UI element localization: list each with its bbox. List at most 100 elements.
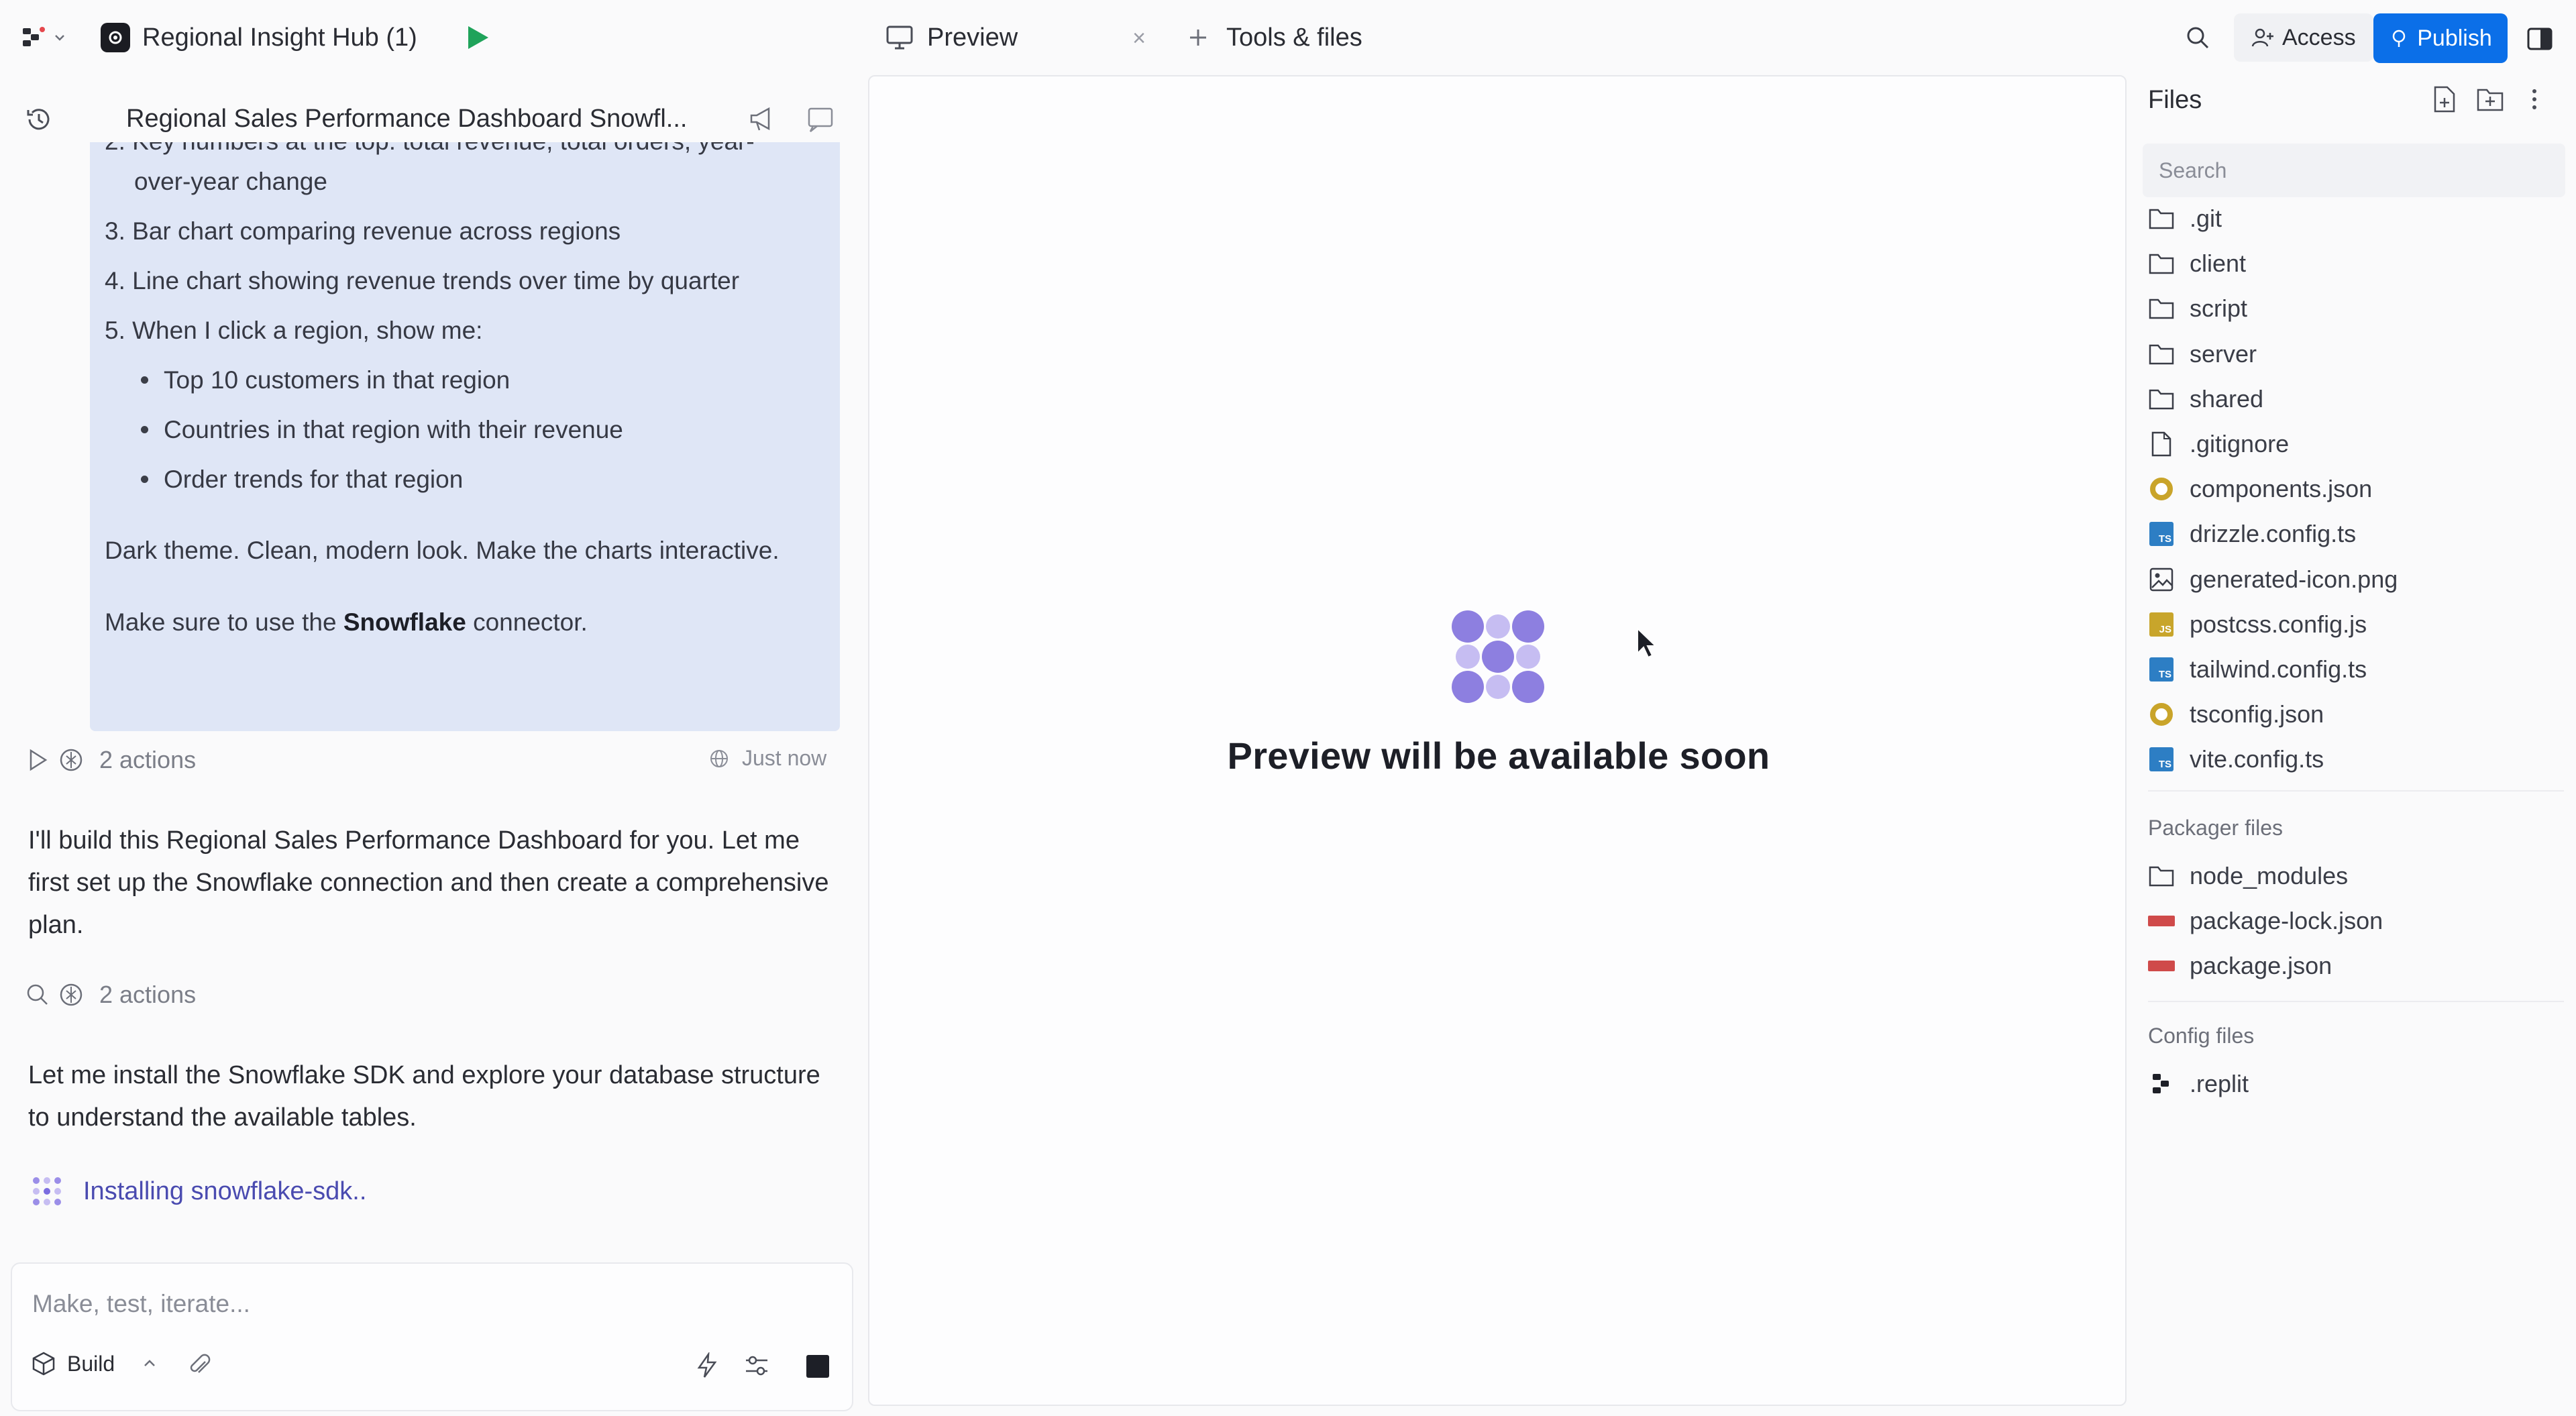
installing-text: Installing snowflake-sdk.. xyxy=(83,1177,367,1205)
chevron-up-icon xyxy=(142,1356,158,1372)
file-tree-item[interactable]: .git xyxy=(2148,199,2222,239)
lightning-icon[interactable] xyxy=(694,1352,720,1379)
file-tree-item[interactable]: package.json xyxy=(2148,946,2332,986)
toggle-sidebar-button[interactable] xyxy=(2522,21,2557,56)
file-tree-item[interactable]: .replit xyxy=(2148,1064,2249,1104)
message-paragraph: Make sure to use the Snowflake connector… xyxy=(105,608,588,636)
replit-logo-icon xyxy=(20,24,47,51)
folder-icon xyxy=(2148,386,2175,413)
stop-button[interactable] xyxy=(805,1354,830,1379)
more-options-icon[interactable] xyxy=(2528,85,2541,114)
file-search-input[interactable] xyxy=(2143,144,2565,197)
file-tree-item[interactable]: package-lock.json xyxy=(2148,901,2383,941)
publish-label: Publish xyxy=(2417,25,2492,51)
file-name: client xyxy=(2190,250,2247,278)
user-message: 2. Key numbers at the top: total revenue… xyxy=(90,142,840,731)
run-button[interactable] xyxy=(460,20,495,55)
megaphone-icon[interactable] xyxy=(749,106,778,133)
file-tree-item[interactable]: tsconfig.json xyxy=(2148,694,2324,734)
bullet-item: Countries in that region with their reve… xyxy=(164,416,623,443)
close-icon[interactable]: × xyxy=(1132,25,1146,52)
project-icon xyxy=(101,23,130,52)
new-chat-icon[interactable] xyxy=(806,106,836,133)
file-tree-item[interactable]: generated-icon.png xyxy=(2148,559,2398,600)
file-tree-item[interactable]: components.json xyxy=(2148,469,2372,509)
timestamp-text: Just now xyxy=(742,746,827,770)
file-name: generated-icon.png xyxy=(2190,565,2398,593)
new-folder-icon[interactable] xyxy=(2475,85,2505,114)
file-name: server xyxy=(2190,339,2257,368)
file-icon xyxy=(2148,431,2175,457)
file-tree-item[interactable]: server xyxy=(2148,334,2257,374)
build-mode-button[interactable]: Build xyxy=(31,1351,158,1376)
replit-agent-logo-icon xyxy=(1448,606,1548,707)
file-name: package-lock.json xyxy=(2190,907,2383,934)
config-files-label: Config files xyxy=(2148,1024,2255,1048)
agent-icon xyxy=(58,747,85,773)
image-icon xyxy=(2148,566,2175,593)
publish-button[interactable]: Publish xyxy=(2373,13,2508,63)
plus-icon xyxy=(1187,27,1209,48)
history-icon[interactable] xyxy=(24,105,54,134)
agent-message: Let me install the Snowflake SDK and exp… xyxy=(28,1061,820,1132)
file-name: .git xyxy=(2190,205,2222,232)
action-count: 2 actions xyxy=(99,746,197,773)
message-timestamp: Just now xyxy=(708,746,826,771)
files-panel: Files .git client script server shared .gitig… xyxy=(2133,75,2576,1416)
file-tree-item[interactable]: TS drizzle.config.ts xyxy=(2148,514,2356,554)
npm-icon xyxy=(2148,908,2175,934)
agent-icon xyxy=(58,981,85,1008)
file-name: .gitignore xyxy=(2190,430,2290,457)
access-label: Access xyxy=(2282,24,2356,50)
preview-pane: Preview will be available soon xyxy=(868,75,2127,1406)
search-button[interactable] xyxy=(2180,20,2215,55)
action-icons xyxy=(24,747,85,773)
play-icon xyxy=(466,25,490,50)
new-file-icon[interactable] xyxy=(2431,85,2458,114)
publish-icon xyxy=(2389,28,2409,48)
attachment-icon[interactable] xyxy=(186,1352,213,1379)
action-group-toggle[interactable]: 2 actions xyxy=(24,746,196,774)
play-outline-icon xyxy=(24,747,51,773)
file-name: script xyxy=(2190,294,2248,323)
file-tree-item[interactable]: TS tailwind.config.ts xyxy=(2148,649,2367,690)
tab-preview-label: Preview xyxy=(927,23,1018,52)
settings-sliders-icon[interactable] xyxy=(743,1352,770,1379)
message-line: over-year change xyxy=(134,168,327,195)
file-tree-item[interactable]: TS vite.config.ts xyxy=(2148,739,2324,779)
tab-tools-label: Tools & files xyxy=(1226,23,1362,52)
file-name: package.json xyxy=(2190,952,2332,979)
folder-icon xyxy=(2148,205,2175,232)
files-title: Files xyxy=(2148,86,2202,114)
message-composer: Build xyxy=(11,1262,853,1411)
bullet-dot xyxy=(141,426,148,433)
file-name: tailwind.config.ts xyxy=(2190,655,2367,683)
bullet-item: Top 10 customers in that region xyxy=(164,366,511,394)
preview-status-message: Preview will be available soon xyxy=(1227,734,1770,777)
message-line: 5. When I click a region, show me: xyxy=(105,317,483,344)
tab-tools-and-files[interactable]: Tools & files xyxy=(1187,12,1362,63)
file-name: node_modules xyxy=(2190,862,2349,889)
composer-input[interactable] xyxy=(31,1284,769,1324)
folder-icon xyxy=(2148,295,2175,322)
project-switcher[interactable]: Regional Insight Hub (1) xyxy=(101,17,417,58)
file-tree-item[interactable]: .gitignore xyxy=(2148,424,2289,464)
file-tree-item[interactable]: shared xyxy=(2148,379,2263,419)
app-menu-button[interactable] xyxy=(20,17,67,58)
typescript-icon: TS xyxy=(2148,521,2175,547)
access-button[interactable]: Access xyxy=(2234,13,2373,62)
file-tree-item[interactable]: script xyxy=(2148,288,2247,329)
file-tree-item[interactable]: JS postcss.config.js xyxy=(2148,604,2367,645)
action-group-toggle[interactable]: 2 actions xyxy=(24,981,196,1009)
chat-title: Regional Sales Performance Dashboard Sno… xyxy=(126,105,688,133)
file-name: components.json xyxy=(2190,475,2373,503)
message-line: 3. Bar chart comparing revenue across re… xyxy=(105,217,621,245)
bullet-dot xyxy=(141,376,148,384)
file-tree-item[interactable]: client xyxy=(2148,243,2246,284)
tab-preview[interactable]: Preview × xyxy=(869,12,1162,63)
folder-icon xyxy=(2148,250,2175,277)
search-icon xyxy=(2184,24,2211,51)
replit-icon xyxy=(2148,1071,2175,1097)
file-name: drizzle.config.ts xyxy=(2190,520,2357,548)
file-tree-item[interactable]: node_modules xyxy=(2148,856,2348,896)
